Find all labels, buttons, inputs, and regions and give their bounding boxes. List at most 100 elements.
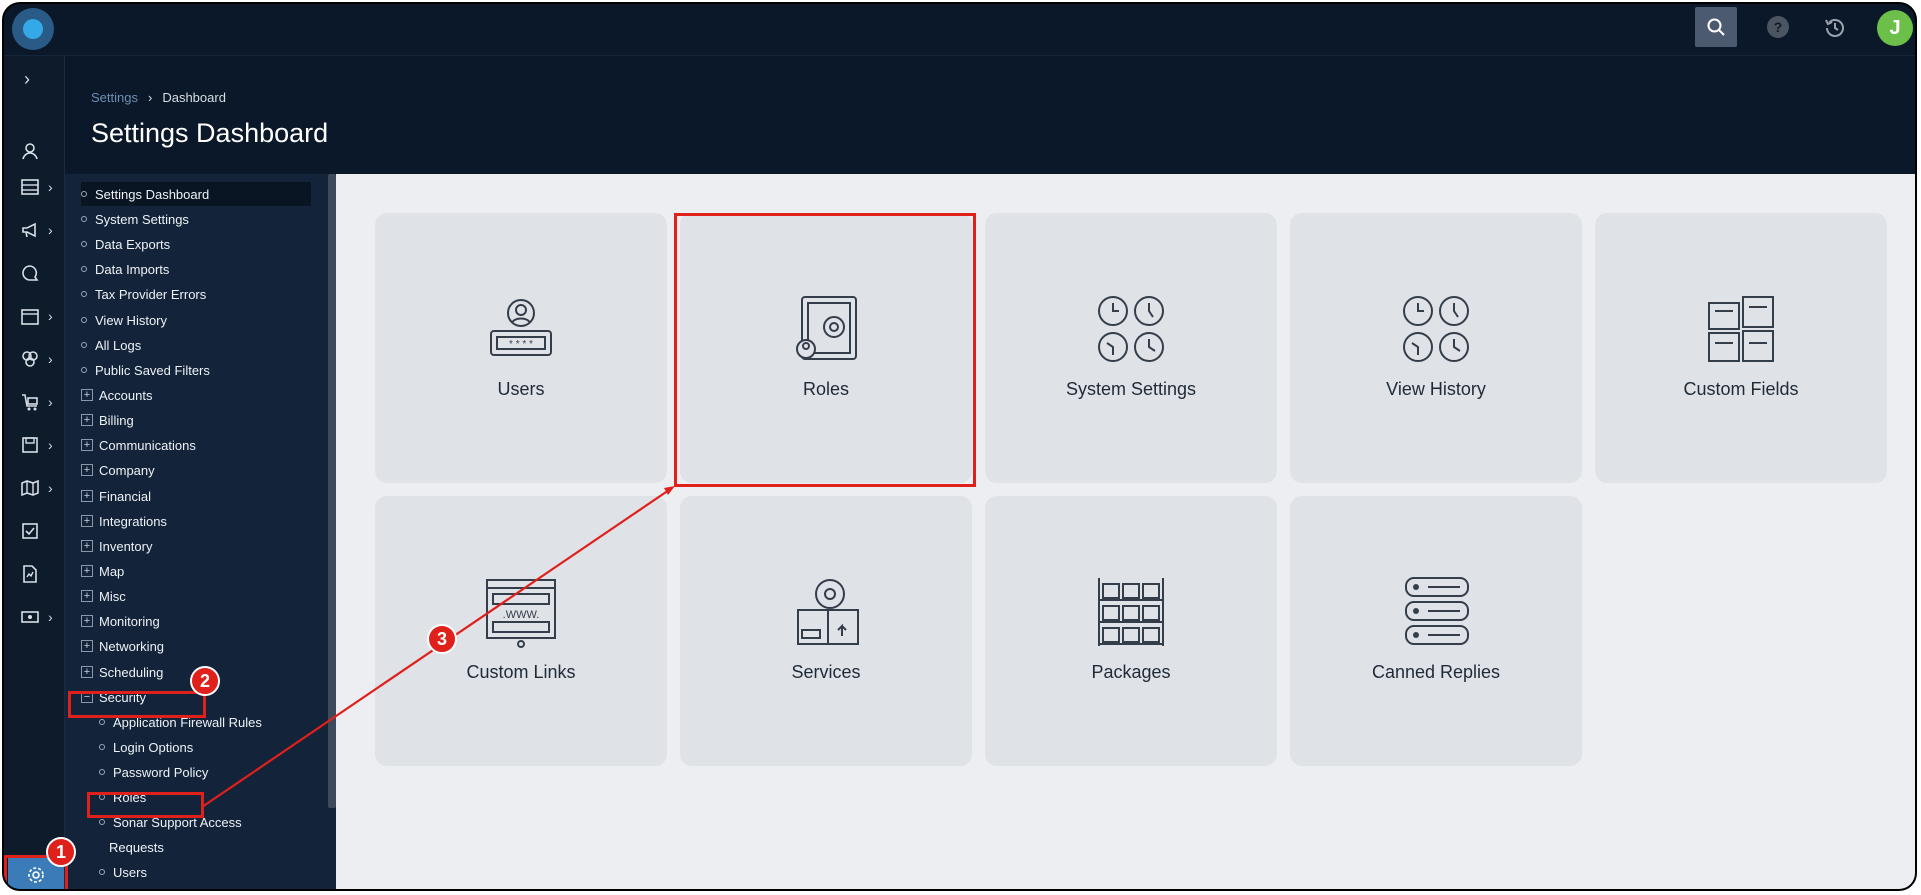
expand-icon[interactable]: + [81, 515, 93, 527]
expand-icon[interactable]: + [81, 640, 93, 652]
tree-item-password-policy[interactable]: Password Policy [99, 760, 208, 784]
tree-item-login-options[interactable]: Login Options [99, 735, 193, 759]
rail-item-messages[interactable] [4, 256, 65, 290]
app-logo[interactable] [12, 8, 54, 50]
expand-icon[interactable]: + [81, 490, 93, 502]
tree-item-data-imports[interactable]: Data Imports [81, 257, 169, 281]
expand-icon[interactable]: + [81, 414, 93, 426]
tree-item-networking[interactable]: + Networking [81, 634, 164, 658]
tree-item-billing[interactable]: + Billing [81, 408, 134, 432]
tree-item-view-history[interactable]: View History [81, 308, 167, 332]
card-label: View History [1386, 379, 1486, 399]
tree-item-label: Map [99, 563, 125, 579]
expand-icon[interactable]: + [81, 439, 93, 451]
rail-item-network[interactable]: › [4, 342, 65, 376]
expand-icon[interactable]: + [81, 565, 93, 577]
tree-item-label: Networking [99, 638, 165, 654]
card-custom-links[interactable]: .WWW. Custom Links [375, 496, 667, 766]
expand-icon[interactable]: + [81, 464, 93, 476]
tree-scrollbar[interactable] [328, 174, 336, 808]
rail-item-marketing[interactable]: › [4, 213, 65, 247]
rail-item-tasks[interactable] [4, 514, 65, 548]
expand-icon[interactable]: + [81, 666, 93, 678]
breadcrumb-current: Dashboard [162, 90, 226, 105]
tree-item-label: Data Imports [95, 261, 170, 277]
map-icon [21, 479, 39, 497]
rail-item-reports[interactable]: › [4, 428, 65, 462]
tree-item-sonar-support-access[interactable]: Sonar Support Access [99, 810, 242, 834]
tree-item-map[interactable]: + Map [81, 559, 124, 583]
tree-item-misc[interactable]: + Misc [81, 584, 126, 608]
card-packages[interactable]: Packages [985, 496, 1277, 766]
chevron-right-icon: › [48, 480, 53, 496]
user-avatar[interactable]: J [1877, 10, 1913, 46]
tree-item-scheduling[interactable]: + Scheduling [81, 660, 163, 684]
help-icon: ? [1773, 19, 1783, 35]
card-label: System Settings [1065, 379, 1197, 399]
tree-item-users[interactable]: Users [99, 860, 147, 884]
history-button[interactable] [1821, 14, 1849, 42]
tree-item-label: Company [99, 462, 155, 478]
card-canned-replies[interactable]: Canned Replies [1290, 496, 1582, 766]
rail-expand-button[interactable]: › [4, 62, 65, 96]
bullet-icon [99, 719, 105, 725]
tree-item-requests[interactable]: Requests [95, 835, 164, 859]
tree-item-all-logs[interactable]: All Logs [81, 333, 141, 357]
card-custom-fields[interactable]: Custom Fields [1595, 213, 1887, 483]
tree-item-application-firewall-rules[interactable]: Application Firewall Rules [99, 710, 262, 734]
megaphone-icon [22, 222, 36, 238]
tree-item-data-exports[interactable]: Data Exports [81, 232, 170, 256]
card-roles[interactable]: Roles [680, 213, 972, 483]
card-services[interactable]: Services [680, 496, 972, 766]
card-system-settings[interactable]: System Settings [985, 213, 1277, 483]
tree-item-accounts[interactable]: + Accounts [81, 383, 152, 407]
tree-item-inventory[interactable]: + Inventory [81, 534, 152, 558]
tree-item-label: Billing [99, 412, 134, 428]
rail-item-contacts[interactable] [4, 134, 65, 168]
tree-item-communications[interactable]: + Communications [81, 433, 196, 457]
bullet-icon [81, 191, 87, 197]
collapse-icon[interactable]: − [81, 691, 93, 703]
tree-item-label: Application Firewall Rules [113, 714, 262, 730]
expand-icon[interactable]: + [81, 389, 93, 401]
rail-item-billing[interactable]: › [4, 170, 65, 204]
tree-item-public-saved-filters[interactable]: Public Saved Filters [81, 358, 210, 382]
tree-item-label: Public Saved Filters [95, 362, 210, 378]
tree-item-tax-provider-errors[interactable]: Tax Provider Errors [81, 282, 206, 306]
search-button[interactable] [1695, 7, 1737, 47]
tree-item-label: View History [95, 312, 168, 328]
rail-item-inventory[interactable]: › [4, 385, 65, 419]
tree-item-settings-dashboard[interactable]: Settings Dashboard [81, 182, 311, 206]
card-label: Canned Replies [1371, 662, 1501, 682]
tree-item-monitoring[interactable]: + Monitoring [81, 609, 160, 633]
tree-item-roles[interactable]: Roles [99, 785, 146, 809]
tree-item-label: Requests [109, 839, 164, 855]
chevron-right-icon: › [48, 437, 53, 453]
rail-item-documents[interactable] [4, 557, 65, 591]
rail-item-payments[interactable]: › [4, 600, 65, 634]
step-badge-1: 1 [46, 837, 76, 867]
tree-item-system-settings[interactable]: System Settings [81, 207, 189, 231]
tree-item-company[interactable]: + Company [81, 458, 155, 482]
tree-item-integrations[interactable]: + Integrations [81, 509, 167, 533]
chevron-right-icon: › [48, 394, 53, 410]
bullet-icon [81, 241, 87, 247]
expand-icon[interactable]: + [81, 615, 93, 627]
expand-icon[interactable]: + [81, 590, 93, 602]
rail-item-maps[interactable]: › [4, 471, 65, 505]
help-button[interactable]: ? [1767, 16, 1789, 38]
tree-item-label: Users [113, 864, 147, 880]
card-label: Custom Fields [1683, 379, 1799, 399]
circles-icon [22, 351, 38, 367]
svg-text:.WWW.: .WWW. [503, 609, 540, 621]
chevron-right-icon: › [48, 351, 53, 367]
expand-icon[interactable]: + [81, 540, 93, 552]
card-users[interactable]: * * * * Users [375, 213, 667, 483]
tree-item-security[interactable]: − Security [81, 685, 146, 709]
rail-item-calendar[interactable]: › [4, 299, 65, 333]
tree-item-financial[interactable]: + Financial [81, 484, 151, 508]
breadcrumb-settings-link[interactable]: Settings [91, 90, 138, 105]
card-view-history[interactable]: View History [1290, 213, 1582, 483]
bullet-icon [99, 769, 105, 775]
bullet-icon [81, 216, 87, 222]
